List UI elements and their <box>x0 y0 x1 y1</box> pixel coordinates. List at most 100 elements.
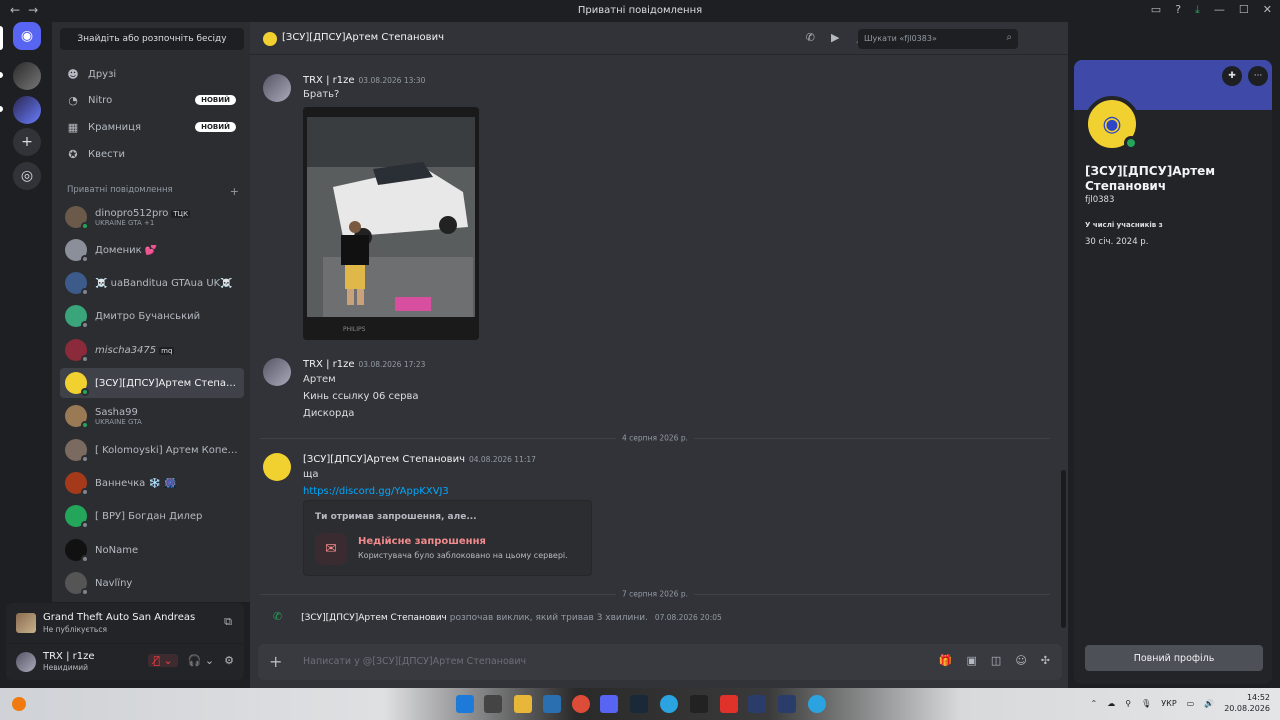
steam-icon[interactable] <box>630 695 648 713</box>
app-icon[interactable] <box>690 695 708 713</box>
scrollbar[interactable] <box>1061 470 1066 628</box>
dm-item[interactable]: Ваннечка ❄️ 🎆 <box>60 468 244 498</box>
language-indicator[interactable]: УКР <box>1161 699 1176 708</box>
telegram-icon[interactable] <box>660 695 678 713</box>
dm-item[interactable]: NoName <box>60 535 244 565</box>
chrome-icon[interactable] <box>572 695 590 713</box>
server-icon-2[interactable] <box>13 96 41 124</box>
invite-embed: Ти отримав запрошення, але... ✉ Недійсне… <box>303 500 592 576</box>
discord-taskbar-icon[interactable] <box>600 695 618 713</box>
headphones-icon[interactable]: 🎧 ⌄ <box>188 654 214 667</box>
invite-link[interactable]: https://discord.gg/YAppKXVJ3 <box>303 486 449 497</box>
dm-item[interactable]: Доменик 💕 <box>60 235 244 265</box>
inbox-icon[interactable]: ▭ <box>1151 3 1161 17</box>
app-icon[interactable] <box>778 695 796 713</box>
message-author[interactable]: [ЗСУ][ДПСУ]Артем Степанович 04.08.2026 11… <box>303 454 536 465</box>
avatar <box>65 272 89 296</box>
message-timestamp: 03.08.2026 17:23 <box>358 360 426 369</box>
message-avatar[interactable] <box>263 358 291 386</box>
settings-gear-icon[interactable]: ⚙ <box>224 654 234 667</box>
nav-shop[interactable]: ▦ Крамниця НОВИЙ <box>60 115 244 139</box>
emoji-icon[interactable]: ☺ <box>1015 654 1026 667</box>
dm-name: mischa3475 mq <box>95 344 175 356</box>
minimize-icon[interactable]: — <box>1214 3 1225 17</box>
server-icon-1[interactable] <box>13 62 41 90</box>
image-attachment[interactable]: PHILIPS <box>303 107 479 340</box>
nav-quests[interactable]: ✪ Квести <box>60 142 244 166</box>
tray-chevron-icon[interactable]: ⌃ <box>1091 699 1098 708</box>
dm-item[interactable]: Sasha99 UKRAINE GTA <box>60 401 244 431</box>
sticker-icon[interactable]: ◫ <box>991 654 1001 667</box>
message-avatar[interactable] <box>263 74 291 102</box>
attach-plus-icon[interactable]: + <box>269 652 282 671</box>
dm-search-input[interactable]: Шукати «fjl0383» ⌕ <box>858 29 1018 49</box>
dm-item[interactable]: dinopro512pro ТЦК UKRAINE GTA +1 <box>60 202 244 232</box>
full-profile-button[interactable]: Повний профіль <box>1085 645 1263 671</box>
message-input-placeholder[interactable]: Написати у @[ЗСУ][ДПСУ]Артем Степанович <box>303 656 526 667</box>
video-call-icon[interactable]: ▶ <box>831 31 839 44</box>
dm-item[interactable]: Дмитро Бучанський <box>60 301 244 331</box>
gift-icon[interactable]: 🎁 <box>939 654 953 667</box>
message-input-bar[interactable]: + Написати у @[ЗСУ][ДПСУ]Артем Степанови… <box>258 644 1062 680</box>
nav-friends[interactable]: ☻ Друзі <box>60 62 244 86</box>
unread-pill <box>0 106 3 112</box>
file-explorer-icon[interactable] <box>514 695 532 713</box>
message-author[interactable]: TRX | r1ze 03.08.2026 13:30 <box>303 75 425 86</box>
wps-icon[interactable] <box>720 695 738 713</box>
chat-header-name: [ЗСУ][ДПСУ]Артем Степанович <box>282 32 444 43</box>
mic-muted-icon[interactable]: 🎙̸ ⌄ <box>148 654 178 667</box>
mic-tray-icon[interactable]: 🎙 <box>1141 699 1151 708</box>
profile-avatar[interactable]: ◉ <box>1084 96 1140 152</box>
voice-call-icon[interactable]: ✆ <box>806 31 815 44</box>
find-conversation-button[interactable]: Знайдіть або розпочніть бесіду <box>60 28 244 50</box>
gif-icon[interactable]: ▣ <box>967 654 977 667</box>
app-icon[interactable] <box>748 695 766 713</box>
dm-section-header: Приватні повідомлення + <box>67 185 239 198</box>
phone-icon: ✆ <box>273 610 283 623</box>
volume-icon[interactable]: 🔊 <box>1204 699 1214 708</box>
weather-icon[interactable] <box>12 697 26 711</box>
dm-item[interactable]: [ Kolomoyski] Артем Копелюх <box>60 435 244 465</box>
add-friend-icon[interactable]: ✚ <box>1222 66 1242 86</box>
help-icon[interactable]: ? <box>1175 3 1181 17</box>
taskview-icon[interactable] <box>484 695 502 713</box>
tray-icon[interactable]: ⚲ <box>1125 699 1131 708</box>
apps-icon[interactable]: ✣ <box>1041 654 1050 667</box>
discover-icon[interactable]: ◎ <box>13 162 41 190</box>
windows-taskbar: ⌃ ☁ ⚲ 🎙 УКР ▭ 🔊 14:52 20.08.2026 <box>0 688 1280 720</box>
user-avatar[interactable] <box>16 652 36 672</box>
watermark-text: PHILIPS <box>343 326 366 333</box>
more-options-icon[interactable]: ··· <box>1248 66 1268 86</box>
dm-name: [ЗСУ][ДПСУ]Артем Степанович <box>95 377 241 389</box>
add-server-icon[interactable]: + <box>13 128 41 156</box>
clock[interactable]: 14:52 20.08.2026 <box>1224 692 1270 714</box>
close-icon[interactable]: ✕ <box>1263 3 1272 17</box>
screen-share-icon[interactable]: ⧉ <box>224 615 232 629</box>
start-icon[interactable] <box>456 695 474 713</box>
dm-item[interactable]: [ ВРУ] Богдан Дилер <box>60 501 244 531</box>
call-author[interactable]: [ЗСУ][ДПСУ]Артем Степанович <box>301 613 447 623</box>
dm-item[interactable]: ☠️ uaBanditua GTAua UK☠️ <box>60 268 244 298</box>
dm-item[interactable]: Navlїny <box>60 568 244 598</box>
date-divider-label: 7 серпня 2026 р. <box>616 589 694 599</box>
avatar <box>65 305 89 329</box>
avatar <box>65 439 89 463</box>
maximize-icon[interactable]: ☐ <box>1239 3 1249 17</box>
message-author[interactable]: TRX | r1ze 03.08.2026 17:23 <box>303 359 425 370</box>
store-icon[interactable] <box>543 695 561 713</box>
dm-item[interactable]: mischa3475 mq <box>60 335 244 365</box>
header-avatar <box>263 32 277 46</box>
telegram-icon[interactable] <box>808 695 826 713</box>
message-avatar[interactable] <box>263 453 291 481</box>
discord-home-icon[interactable]: ◉ <box>13 22 41 50</box>
network-icon[interactable]: ▭ <box>1187 699 1195 708</box>
tray-icon[interactable]: ☁ <box>1107 699 1115 708</box>
dm-tag: ТЦК <box>171 209 191 218</box>
nav-nitro[interactable]: ◔ Nitro НОВИЙ <box>60 88 244 112</box>
avatar <box>65 572 89 596</box>
dm-tag: mq <box>159 346 175 355</box>
create-dm-icon[interactable]: + <box>230 185 239 198</box>
dm-item-active[interactable]: [ЗСУ][ДПСУ]Артем Степанович <box>60 368 244 398</box>
date-divider-label: 4 серпня 2026 р. <box>616 433 694 443</box>
download-icon[interactable]: ⤓ <box>1195 3 1200 17</box>
